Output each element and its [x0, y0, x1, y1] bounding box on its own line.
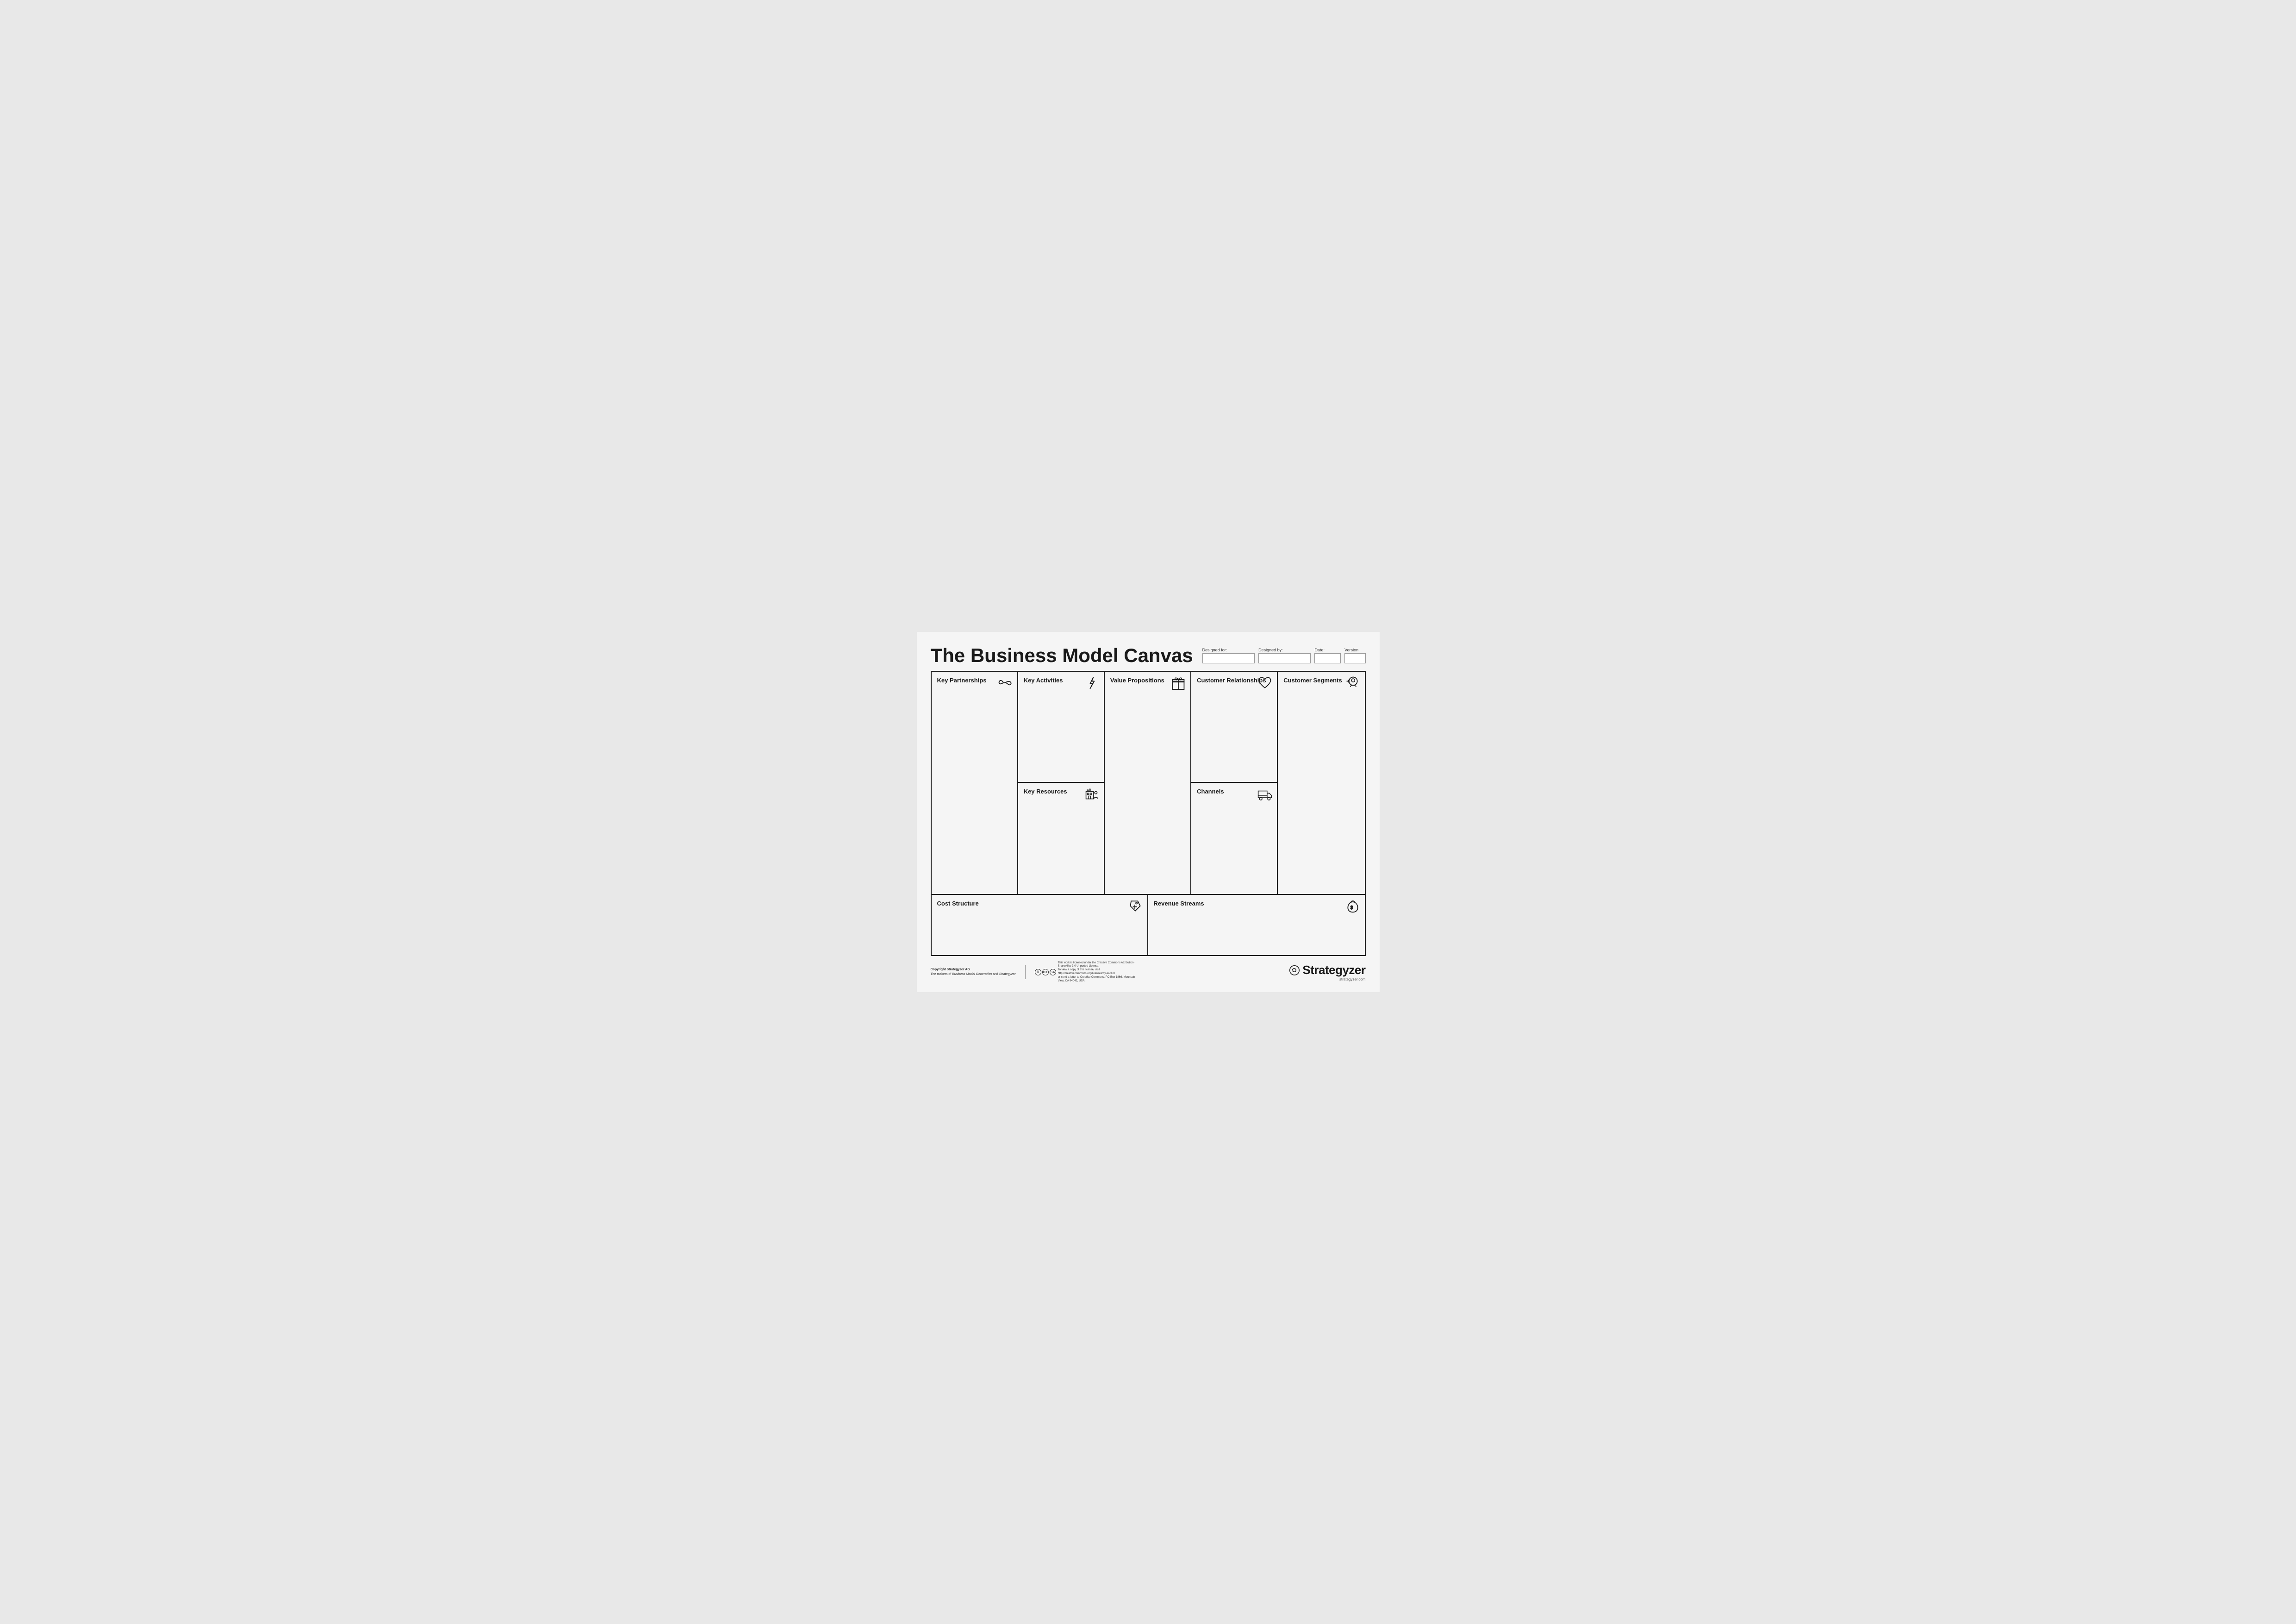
cr-channels-column: Customer Relationships Channels: [1191, 672, 1278, 894]
designed-by-field: Designed by:: [1258, 648, 1311, 663]
channels-title: Channels: [1197, 788, 1224, 795]
cost-structure-icon: [1128, 899, 1143, 916]
strategyzer-logo: Strategyzer: [1289, 963, 1365, 977]
date-label: Date:: [1314, 648, 1341, 652]
revenue-streams-section[interactable]: Revenue Streams $: [1148, 895, 1365, 955]
activities-resources-column: Key Activities Key Resources: [1018, 672, 1105, 894]
value-propositions-title: Value Propositions: [1110, 677, 1164, 684]
value-propositions-icon: [1171, 675, 1186, 693]
revenue-streams-icon: $: [1345, 899, 1360, 916]
footer: Copyright Strategyzer AG The makers of B…: [931, 962, 1366, 983]
key-resources-icon: [1084, 787, 1099, 804]
page: The Business Model Canvas Designed for: …: [917, 632, 1380, 993]
designed-by-label: Designed by:: [1258, 648, 1311, 652]
key-partnerships-icon: [998, 675, 1013, 693]
key-partnerships-title: Key Partnerships: [937, 677, 987, 684]
footer-right: Strategyzer strategyzer.com: [1289, 963, 1365, 981]
footer-subtitle-prefix: The makers of: [931, 973, 952, 976]
copyright-text: Copyright Strategyzer AG: [931, 968, 970, 971]
customer-relationships-section[interactable]: Customer Relationships: [1191, 672, 1277, 783]
version-input[interactable]: [1344, 653, 1365, 663]
version-field: Version:: [1344, 648, 1365, 663]
page-title: The Business Model Canvas: [931, 646, 1193, 665]
customer-segments-section[interactable]: Customer Segments: [1278, 672, 1364, 894]
cc-icon: ©: [1035, 969, 1041, 975]
customer-relationships-icon: [1257, 675, 1272, 693]
header: The Business Model Canvas Designed for: …: [931, 646, 1366, 665]
designed-for-input[interactable]: [1202, 653, 1255, 663]
channels-icon: [1257, 787, 1272, 804]
cc-icons: © BY SA: [1035, 969, 1056, 975]
svg-text:$: $: [1350, 905, 1353, 911]
footer-book2: Strategyzer: [999, 973, 1016, 976]
brand-url: strategyzer.com: [1339, 977, 1365, 981]
designed-by-input[interactable]: [1258, 653, 1311, 663]
key-activities-icon: [1084, 675, 1099, 693]
cc-by-icon: BY: [1042, 969, 1049, 975]
canvas-bottom-area: Cost Structure Revenue Streams: [932, 895, 1365, 955]
channels-section[interactable]: Channels: [1191, 783, 1277, 894]
customer-segments-icon: [1345, 675, 1360, 693]
cost-structure-title: Cost Structure: [937, 900, 979, 907]
footer-divider: [1025, 965, 1026, 979]
customer-segments-title: Customer Segments: [1283, 677, 1342, 684]
key-activities-section[interactable]: Key Activities: [1018, 672, 1104, 783]
footer-left: Copyright Strategyzer AG The makers of B…: [931, 962, 1141, 983]
key-resources-section[interactable]: Key Resources: [1018, 783, 1104, 894]
cost-structure-section[interactable]: Cost Structure: [932, 895, 1148, 955]
key-partnerships-section[interactable]: Key Partnerships: [932, 672, 1018, 894]
canvas-main-area: Key Partnerships Key Activities: [932, 672, 1365, 895]
customer-relationships-title: Customer Relationships: [1197, 677, 1266, 684]
date-input[interactable]: [1314, 653, 1341, 663]
footer-copyright: Copyright Strategyzer AG The makers of B…: [931, 968, 1016, 977]
value-propositions-section[interactable]: Value Propositions: [1105, 672, 1191, 894]
brand-name: Strategyzer: [1302, 963, 1365, 977]
key-activities-title: Key Activities: [1024, 677, 1063, 684]
version-label: Version:: [1344, 648, 1365, 652]
footer-book1: Business Model Generation: [952, 973, 992, 976]
key-resources-title: Key Resources: [1024, 788, 1067, 795]
designed-for-label: Designed for:: [1202, 648, 1255, 652]
strategyzer-logo-icon: [1289, 965, 1300, 975]
header-fields: Designed for: Designed by: Date: Version…: [1202, 648, 1366, 665]
revenue-streams-title: Revenue Streams: [1154, 900, 1204, 907]
business-model-canvas: Key Partnerships Key Activities: [931, 671, 1366, 956]
cc-sa-icon: SA: [1050, 969, 1056, 975]
designed-for-field: Designed for:: [1202, 648, 1255, 663]
footer-license-text: This work is licensed under the Creative…: [1058, 962, 1141, 983]
footer-subtitle-mid: and: [992, 973, 999, 976]
footer-cc: © BY SA This work is licensed under the …: [1035, 962, 1141, 983]
date-field: Date:: [1314, 648, 1341, 663]
